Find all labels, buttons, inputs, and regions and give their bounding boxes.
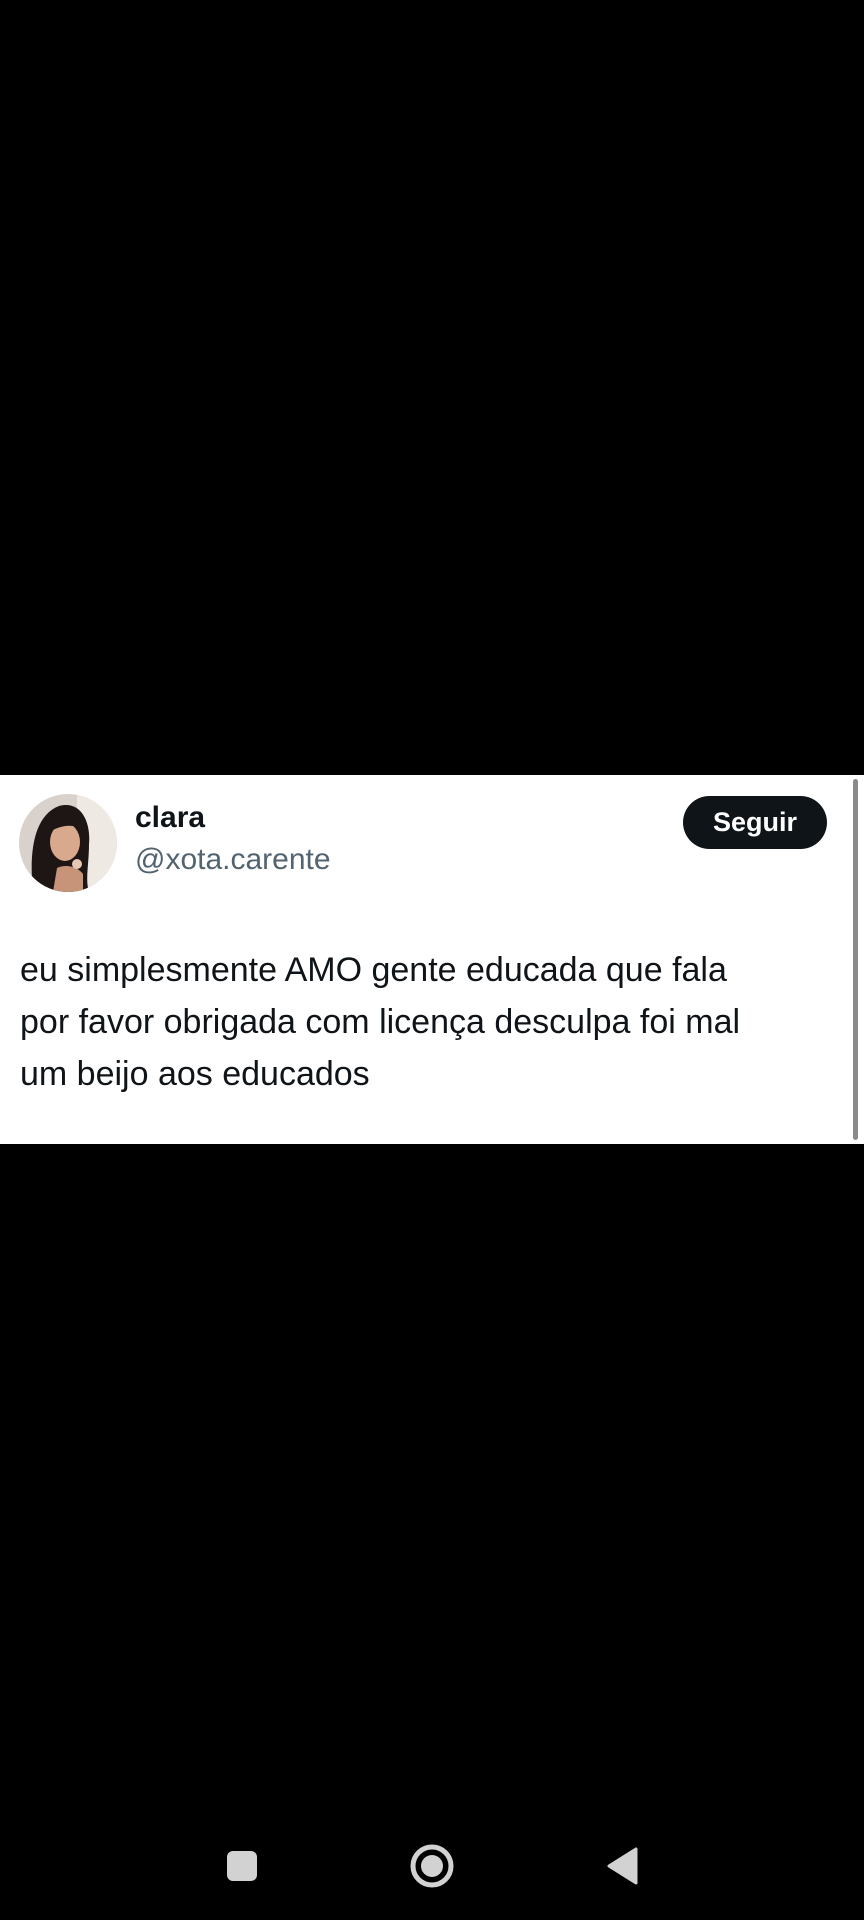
home-icon <box>409 1843 455 1894</box>
tweet-text-line: eu simplesmente AMO gente educada que fa… <box>20 951 727 989</box>
tweet-card: clara @xota.carente Seguir eu simplesmen… <box>0 775 864 1144</box>
back-button[interactable] <box>592 1830 652 1906</box>
follow-button[interactable]: Seguir <box>683 796 827 849</box>
display-name[interactable]: clara <box>135 803 205 833</box>
recent-apps-icon <box>226 1850 258 1887</box>
screen: clara @xota.carente Seguir eu simplesmen… <box>0 0 864 1920</box>
recent-apps-button[interactable] <box>212 1830 272 1906</box>
user-handle[interactable]: @xota.carente <box>135 845 331 875</box>
back-icon <box>606 1847 638 1890</box>
avatar[interactable] <box>19 794 117 892</box>
system-navigation-bar <box>0 1830 864 1906</box>
tweet-text-line: por favor obrigada com licença desculpa … <box>20 1003 741 1041</box>
tweet-text: eu simplesmente AMO gente educada que fa… <box>20 944 840 1100</box>
home-button[interactable] <box>400 1830 464 1906</box>
tweet-text-line: um beijo aos educados <box>20 1055 370 1093</box>
scrollbar[interactable] <box>853 779 858 1140</box>
